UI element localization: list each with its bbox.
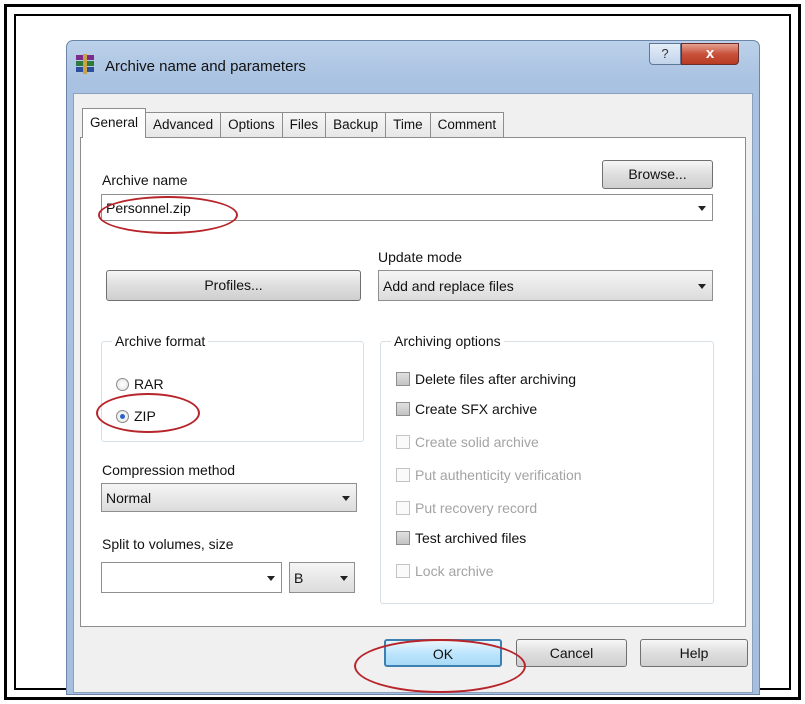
radio-zip-label: ZIP	[134, 408, 156, 424]
radio-rar-label: RAR	[134, 376, 164, 392]
checkbox[interactable]	[396, 501, 410, 515]
radio-zip[interactable]: ZIP	[116, 408, 156, 424]
help-button[interactable]: Help	[640, 639, 748, 667]
update-mode-label: Update mode	[378, 249, 463, 265]
tab-options[interactable]: Options	[220, 112, 283, 138]
archiving-options-group: Archiving options Delete files after arc…	[380, 333, 714, 604]
title-bar[interactable]: Archive name and parameters ? x	[67, 41, 759, 97]
check-label: Delete files after archiving	[415, 371, 577, 387]
archive-format-title: Archive format	[112, 333, 209, 349]
checkbox[interactable]	[396, 402, 410, 416]
check-label: Put recovery record	[415, 500, 538, 516]
close-button[interactable]: x	[681, 43, 739, 65]
chevron-down-icon[interactable]	[698, 205, 706, 211]
archive-name-value: Personnel.zip	[106, 199, 191, 216]
archive-name-combo[interactable]: Personnel.zip	[101, 194, 713, 221]
compression-method-label: Compression method	[102, 462, 236, 478]
chevron-down-icon[interactable]	[342, 495, 350, 501]
archiving-options-title: Archiving options	[391, 333, 504, 349]
tab-advanced[interactable]: Advanced	[145, 112, 222, 138]
checkbox[interactable]	[396, 435, 410, 449]
radio-zip-indicator[interactable]	[116, 409, 129, 423]
profiles-button[interactable]: Profiles...	[106, 270, 361, 301]
tab-backup[interactable]: Backup	[325, 112, 387, 138]
compression-method-combo[interactable]: Normal	[101, 483, 357, 512]
compression-method-value: Normal	[106, 489, 152, 506]
cancel-button[interactable]: Cancel	[516, 639, 627, 667]
archive-format-group: Archive format RAR ZIP	[101, 333, 364, 442]
checkbox[interactable]	[396, 531, 410, 545]
window-title: Archive name and parameters	[105, 58, 306, 75]
checkbox[interactable]	[396, 468, 410, 482]
check-lock-archive[interactable]: Lock archive	[396, 563, 494, 579]
chevron-down-icon[interactable]	[340, 575, 348, 581]
winrar-icon	[76, 54, 94, 74]
chevron-down-icon[interactable]	[267, 575, 275, 581]
tab-time[interactable]: Time	[385, 112, 431, 138]
check-recovery-record[interactable]: Put recovery record	[396, 500, 537, 516]
dialog-body: General Advanced Options Files Backup Ti…	[73, 93, 753, 693]
ok-button[interactable]: OK	[384, 639, 502, 667]
split-unit-combo[interactable]: B	[289, 562, 355, 593]
archive-dialog: Archive name and parameters ? x General …	[66, 40, 760, 695]
check-label: Create SFX archive	[415, 401, 538, 417]
split-volumes-combo[interactable]	[101, 562, 282, 593]
update-mode-value: Add and replace files	[383, 277, 514, 294]
general-panel: Archive name Browse... Personnel.zip Upd…	[80, 137, 746, 627]
check-delete-files[interactable]: Delete files after archiving	[396, 371, 576, 387]
check-create-sfx[interactable]: Create SFX archive	[396, 401, 537, 417]
split-unit-value: B	[294, 569, 304, 586]
check-label: Lock archive	[415, 563, 494, 579]
update-mode-combo[interactable]: Add and replace files	[378, 270, 713, 301]
browse-button[interactable]: Browse...	[602, 160, 713, 189]
tab-comment[interactable]: Comment	[429, 112, 505, 138]
tab-general[interactable]: General	[82, 108, 147, 138]
check-label: Put authenticity verification	[415, 467, 582, 483]
radio-rar-indicator[interactable]	[116, 377, 129, 391]
checkbox[interactable]	[396, 564, 410, 578]
radio-rar[interactable]: RAR	[116, 376, 164, 392]
split-volumes-label: Split to volumes, size	[102, 536, 234, 552]
check-label: Create solid archive	[415, 434, 539, 450]
help-title-button[interactable]: ?	[649, 43, 681, 65]
tab-files[interactable]: Files	[281, 112, 327, 138]
check-label: Test archived files	[415, 530, 527, 546]
chevron-down-icon[interactable]	[698, 283, 706, 289]
tab-strip: General Advanced Options Files Backup Ti…	[82, 108, 505, 138]
check-test-files[interactable]: Test archived files	[396, 530, 526, 546]
archive-name-label: Archive name	[102, 172, 188, 188]
check-authenticity[interactable]: Put authenticity verification	[396, 467, 582, 483]
check-create-solid[interactable]: Create solid archive	[396, 434, 539, 450]
checkbox[interactable]	[396, 372, 410, 386]
